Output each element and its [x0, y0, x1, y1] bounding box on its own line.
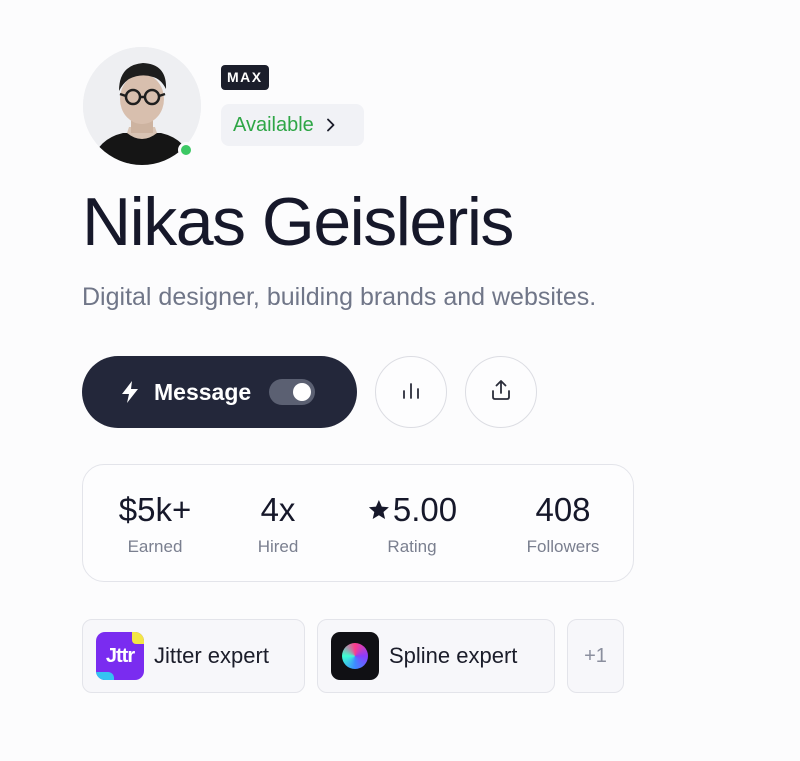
stat-label: Rating [387, 537, 437, 556]
skill-chip-spline[interactable]: Spline expert [317, 619, 555, 693]
stat-followers: 408 Followers [527, 491, 600, 557]
more-skills-label: +1 [584, 644, 607, 667]
online-status-dot [178, 142, 194, 158]
message-button[interactable]: Message [82, 356, 357, 428]
more-skills-chip[interactable]: +1 [567, 619, 624, 693]
stats-button[interactable] [375, 356, 447, 428]
availability-button[interactable]: Available [221, 104, 364, 146]
star-icon [367, 498, 391, 522]
share-button[interactable] [465, 356, 537, 428]
stat-earned: $5k+ Earned [119, 491, 191, 557]
bar-chart-icon [400, 379, 422, 406]
stat-value-row: 5.00 [367, 491, 457, 529]
skill-label: Jitter expert [154, 643, 269, 668]
share-icon [489, 378, 513, 407]
toggle-knob [293, 383, 312, 401]
jitter-logo-icon: Jttr [96, 632, 144, 680]
stat-label: Followers [526, 537, 600, 556]
rating-value: 5.00 [392, 491, 458, 528]
stat-value: 4x [260, 491, 296, 528]
profile-bio: Digital designer, building brands and we… [82, 283, 597, 311]
stat-label: Earned [127, 537, 183, 556]
stat-rating: 5.00 Rating [367, 491, 457, 557]
skill-chip-jitter[interactable]: Jttr Jitter expert [82, 619, 305, 693]
stat-hired: 4x Hired [258, 491, 299, 557]
message-toggle[interactable] [269, 379, 316, 405]
stat-value: $5k+ [118, 491, 192, 528]
stat-value: 408 [535, 491, 591, 528]
lightning-icon [120, 380, 140, 404]
chevron-right-icon [326, 118, 336, 132]
message-label: Message [154, 378, 252, 405]
profile-name: Nikas Geisleris [82, 184, 514, 260]
availability-label: Available [233, 113, 314, 136]
spline-logo-icon [331, 632, 379, 680]
stat-label: Hired [257, 537, 299, 556]
stats-card: $5k+ Earned 4x Hired 5.00 Rating 408 Fol… [82, 464, 634, 582]
skill-label: Spline expert [389, 643, 518, 668]
plan-badge: MAX [221, 65, 269, 90]
